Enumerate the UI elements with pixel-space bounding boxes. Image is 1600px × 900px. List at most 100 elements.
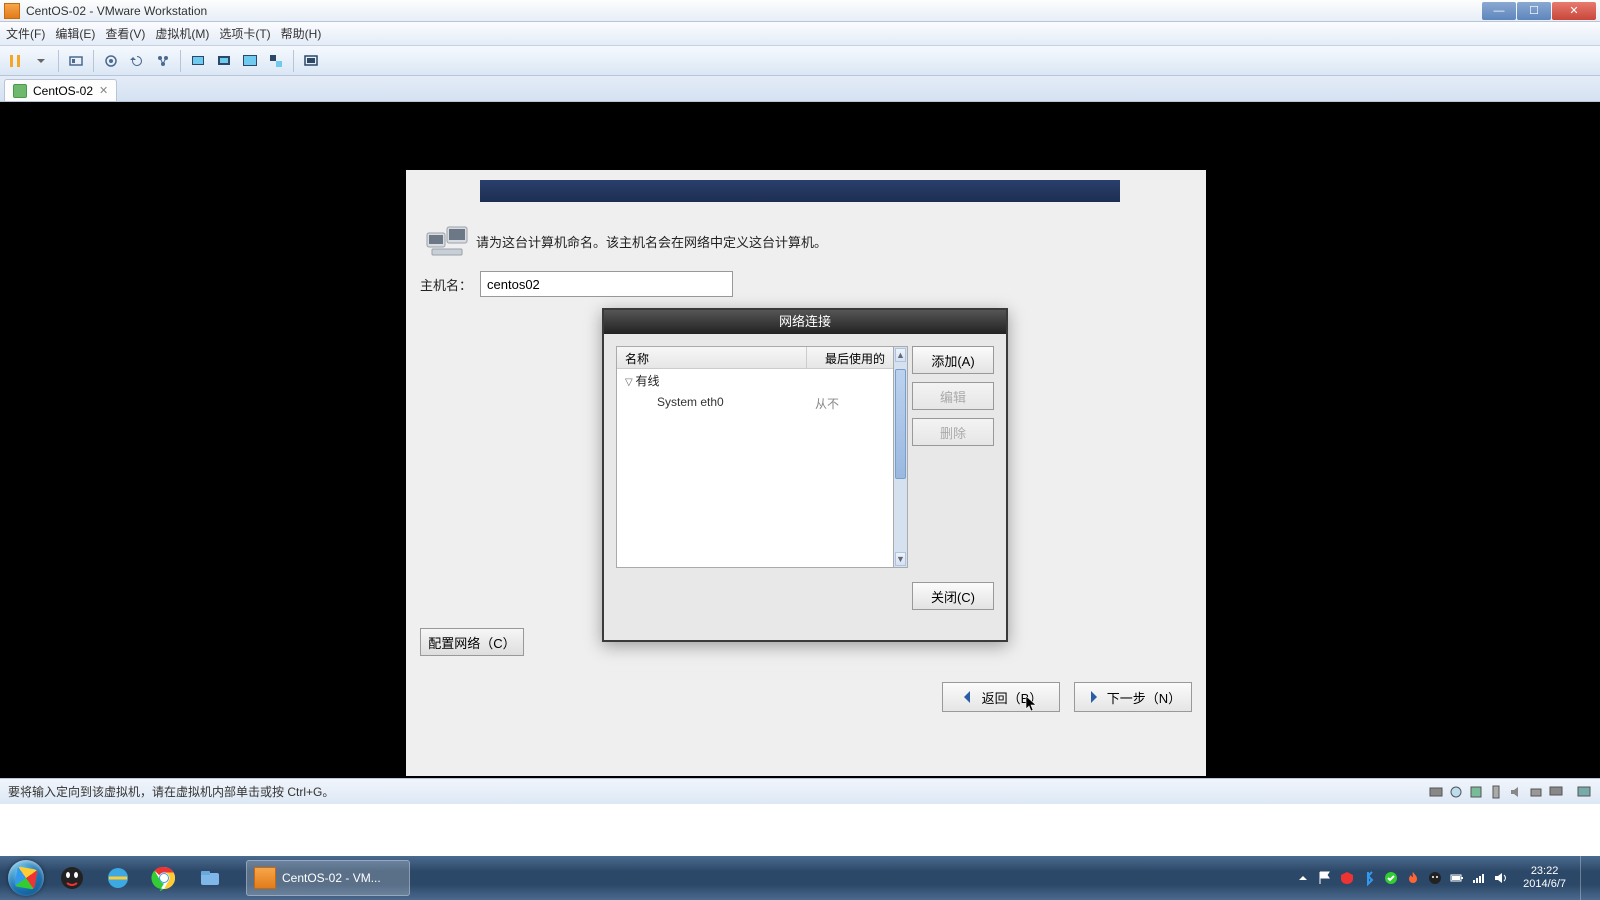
window-controls: — ☐ ✕ bbox=[1481, 2, 1596, 20]
device-network-icon[interactable] bbox=[1468, 784, 1484, 800]
dialog-body: 名称 最后使用的 有线 System eth0 从不 ▲ ▼ bbox=[604, 334, 1006, 640]
configure-network-button[interactable]: 配置网络（C） bbox=[420, 628, 524, 656]
snapshot-manage-icon[interactable] bbox=[152, 50, 174, 72]
pinned-explorer-icon[interactable] bbox=[188, 860, 232, 896]
add-button[interactable]: 添加(A) bbox=[912, 346, 994, 374]
column-last-used[interactable]: 最后使用的 bbox=[807, 347, 893, 368]
tray-expand-icon[interactable] bbox=[1295, 870, 1311, 886]
back-button-label: 返回（B） bbox=[982, 688, 1043, 707]
hostname-input[interactable] bbox=[480, 271, 733, 297]
menu-file[interactable]: 文件(F) bbox=[6, 25, 45, 42]
clock-date: 2014/6/7 bbox=[1523, 878, 1566, 891]
taskbar-running-label: CentOS-02 - VM... bbox=[282, 871, 381, 885]
window-titlebar: CentOS-02 - VMware Workstation — ☐ ✕ bbox=[0, 0, 1600, 22]
pinned-ie-icon[interactable] bbox=[96, 860, 140, 896]
list-header: 名称 最后使用的 bbox=[617, 347, 893, 369]
view-console-icon[interactable] bbox=[187, 50, 209, 72]
snapshot-take-icon[interactable] bbox=[100, 50, 122, 72]
toolbar bbox=[0, 46, 1600, 76]
menu-tabs[interactable]: 选项卡(T) bbox=[219, 25, 270, 42]
message-log-icon[interactable] bbox=[1576, 784, 1592, 800]
view-fullscreen-icon[interactable] bbox=[239, 50, 261, 72]
toolbar-separator bbox=[93, 50, 94, 72]
device-sound-icon[interactable] bbox=[1508, 784, 1524, 800]
tray-antivirus-icon[interactable] bbox=[1339, 870, 1355, 886]
device-printer-icon[interactable] bbox=[1528, 784, 1544, 800]
window-title: CentOS-02 - VMware Workstation bbox=[26, 4, 207, 18]
system-tray: 23:22 2014/6/7 bbox=[1295, 856, 1596, 900]
close-button[interactable]: ✕ bbox=[1552, 2, 1596, 20]
vmware-status-bar: 要将输入定向到该虚拟机，请在虚拟机内部单击或按 Ctrl+G。 bbox=[0, 778, 1600, 804]
vm-tab-icon bbox=[13, 84, 27, 98]
pinned-chrome-icon[interactable] bbox=[142, 860, 186, 896]
minimize-button[interactable]: — bbox=[1482, 2, 1516, 20]
hostname-row: 主机名： bbox=[420, 271, 733, 297]
list-rows: 有线 System eth0 从不 bbox=[617, 369, 893, 567]
send-ctrlaltdel-icon[interactable] bbox=[65, 50, 87, 72]
taskbar-clock[interactable]: 23:22 2014/6/7 bbox=[1515, 865, 1574, 891]
maximize-button[interactable]: ☐ bbox=[1517, 2, 1551, 20]
tray-network-icon[interactable] bbox=[1471, 870, 1487, 886]
dialog-button-column: 添加(A) 编辑 删除 bbox=[912, 346, 994, 446]
clock-time: 23:22 bbox=[1523, 865, 1566, 878]
view-cycle-icon[interactable] bbox=[300, 50, 322, 72]
delete-button[interactable]: 删除 bbox=[912, 418, 994, 446]
pinned-qq-icon[interactable] bbox=[50, 860, 94, 896]
tray-qq-icon[interactable] bbox=[1427, 870, 1443, 886]
power-pause-icon[interactable] bbox=[4, 50, 26, 72]
hostname-label: 主机名： bbox=[420, 275, 472, 294]
menu-view[interactable]: 查看(V) bbox=[105, 25, 145, 42]
snapshot-revert-icon[interactable] bbox=[126, 50, 148, 72]
host-desktop-strip bbox=[0, 804, 1600, 856]
tray-flame-icon[interactable] bbox=[1405, 870, 1421, 886]
device-display-icon[interactable] bbox=[1548, 784, 1564, 800]
connection-list[interactable]: 名称 最后使用的 有线 System eth0 从不 bbox=[616, 346, 894, 568]
tray-volume-icon[interactable] bbox=[1493, 870, 1509, 886]
scroll-down-icon[interactable]: ▼ bbox=[895, 552, 906, 566]
next-button-label: 下一步（N） bbox=[1107, 688, 1181, 707]
tray-battery-icon[interactable] bbox=[1449, 870, 1465, 886]
vm-viewport[interactable]: 请为这台计算机命名。该主机名会在网络中定义这台计算机。 主机名： 配置网络（C）… bbox=[0, 102, 1600, 778]
scroll-up-icon[interactable]: ▲ bbox=[895, 348, 906, 362]
edit-button[interactable]: 编辑 bbox=[912, 382, 994, 410]
tray-flag-icon[interactable] bbox=[1317, 870, 1333, 886]
next-button[interactable]: 下一步（N） bbox=[1074, 682, 1192, 712]
pinned-apps bbox=[50, 860, 232, 896]
view-unity-icon[interactable] bbox=[265, 50, 287, 72]
list-scrollbar[interactable]: ▲ ▼ bbox=[894, 346, 908, 568]
tray-security-icon[interactable] bbox=[1383, 870, 1399, 886]
vmware-app-icon bbox=[4, 3, 20, 19]
dialog-close-button[interactable]: 关闭(C) bbox=[912, 582, 994, 610]
vm-tab[interactable]: CentOS-02 ✕ bbox=[4, 79, 117, 101]
taskbar-running-vmware[interactable]: CentOS-02 - VM... bbox=[246, 860, 410, 896]
centos-installer-panel: 请为这台计算机命名。该主机名会在网络中定义这台计算机。 主机名： 配置网络（C）… bbox=[406, 170, 1206, 776]
vm-tab-label: CentOS-02 bbox=[33, 84, 93, 98]
centos-header-bar bbox=[480, 180, 1120, 202]
device-usb-icon[interactable] bbox=[1488, 784, 1504, 800]
tray-bluetooth-icon[interactable] bbox=[1361, 870, 1377, 886]
menu-help[interactable]: 帮助(H) bbox=[281, 25, 322, 42]
instruction-text: 请为这台计算机命名。该主机名会在网络中定义这台计算机。 bbox=[476, 232, 827, 251]
device-cdrom-icon[interactable] bbox=[1448, 784, 1464, 800]
status-hint: 要将输入定向到该虚拟机，请在虚拟机内部单击或按 Ctrl+G。 bbox=[8, 783, 334, 800]
power-dropdown-icon[interactable] bbox=[30, 50, 52, 72]
nav-buttons: 返回（B） 下一步（N） bbox=[942, 682, 1192, 712]
dialog-close-row: 关闭(C) bbox=[616, 568, 994, 610]
start-button[interactable] bbox=[4, 856, 48, 900]
computer-icon bbox=[426, 223, 468, 264]
connection-item[interactable]: System eth0 从不 bbox=[617, 392, 893, 415]
show-desktop-button[interactable] bbox=[1580, 856, 1592, 900]
toolbar-separator bbox=[293, 50, 294, 72]
windows-taskbar: CentOS-02 - VM... 23:22 2014/6/7 bbox=[0, 856, 1600, 900]
tab-close-icon[interactable]: ✕ bbox=[99, 84, 108, 97]
column-name[interactable]: 名称 bbox=[617, 347, 807, 368]
toolbar-separator bbox=[180, 50, 181, 72]
menu-edit[interactable]: 编辑(E) bbox=[55, 25, 95, 42]
scroll-thumb[interactable] bbox=[895, 369, 906, 479]
connection-last-used: 从不 bbox=[807, 392, 893, 415]
device-harddisk-icon[interactable] bbox=[1428, 784, 1444, 800]
menu-vm[interactable]: 虚拟机(M) bbox=[155, 25, 209, 42]
group-wired[interactable]: 有线 bbox=[617, 369, 893, 392]
view-stretch-icon[interactable] bbox=[213, 50, 235, 72]
back-button[interactable]: 返回（B） bbox=[942, 682, 1060, 712]
